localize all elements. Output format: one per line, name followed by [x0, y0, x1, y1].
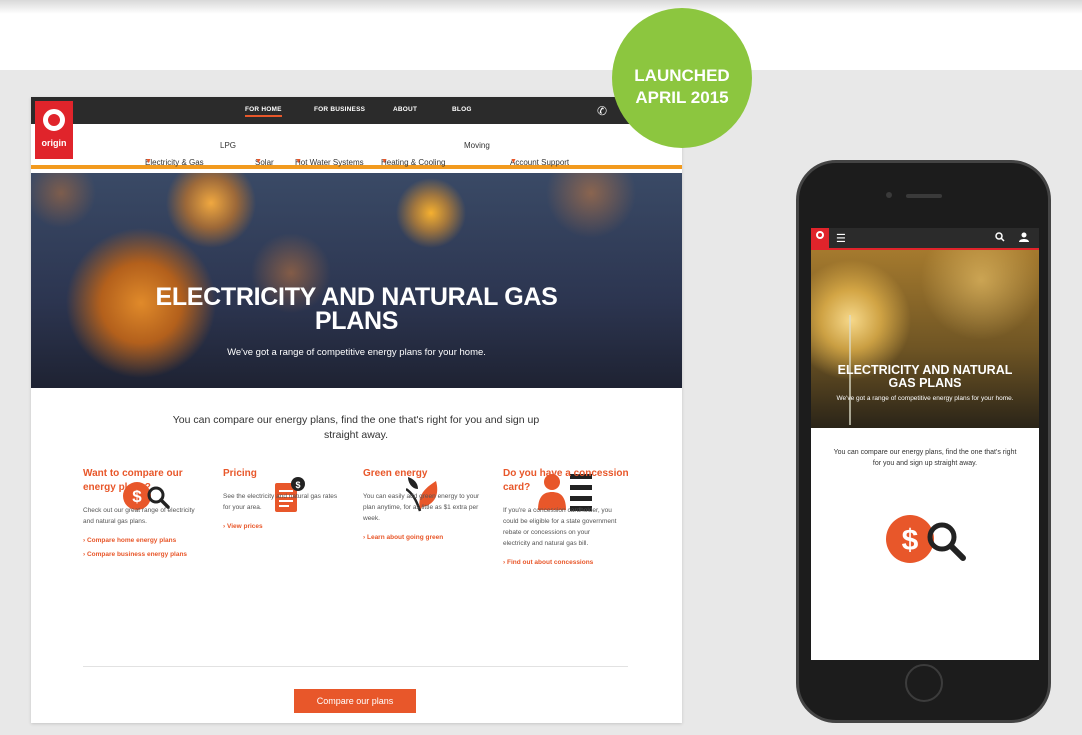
user-icon[interactable]: [1019, 231, 1029, 243]
mobile-origin-logo[interactable]: [811, 228, 829, 248]
chevron-down-icon: ▼: [255, 158, 262, 165]
hero-banner: ELECTRICITY AND NATURAL GAS PLANS We've g…: [31, 173, 682, 388]
chevron-down-icon: ▼: [381, 158, 388, 165]
feature-text-line: You can easily add green energy to your: [363, 493, 480, 500]
feature-title: Do you have a concession card?: [503, 467, 633, 495]
nav-item-label: Hot Water Systems: [295, 158, 364, 167]
badge-line1: LAUNCHED: [634, 66, 730, 85]
chevron-down-icon: ▼: [510, 158, 517, 165]
mobile-hero-title-line: GAS PLANS: [888, 376, 962, 390]
intro-line1: You can compare our energy plans, find t…: [172, 414, 540, 426]
feature-pricing: Pricing See the electricity and natural …: [223, 467, 353, 530]
feature-text: You can easily add green energy to your p…: [363, 491, 493, 524]
hero-title-line2: PLANS: [314, 307, 399, 335]
feature-title-line: Want to compare our: [83, 468, 183, 479]
mobile-nav: ☰: [811, 228, 1039, 248]
mobile-hero-banner: ELECTRICITY AND NATURAL GAS PLANS We've g…: [811, 250, 1039, 428]
feature-text-line: could be eligible for a state government: [503, 518, 617, 525]
launched-badge: LAUNCHED APRIL 2015: [612, 8, 752, 148]
nav-item-lpg[interactable]: LPG: [220, 141, 236, 150]
link-compare-business-plans[interactable]: › Compare business energy plans: [83, 551, 213, 558]
compare-plans-button[interactable]: Compare our plans: [294, 689, 416, 713]
main-nav: Electricity & Gas ▼ LPG Solar ▼ Hot Wate…: [31, 124, 682, 169]
feature-title-line: card?: [503, 482, 531, 493]
mobile-hero-title-line: ELECTRICITY AND NATURAL: [837, 363, 1013, 377]
phone-home-button: [905, 664, 943, 702]
feature-title: Pricing: [223, 468, 257, 479]
logo-ring-icon: [43, 109, 65, 131]
link-label: Find out about concessions: [506, 559, 594, 566]
feature-title: Want to compare our energy plans?: [83, 467, 213, 495]
feature-compare: Want to compare our energy plans? Check o…: [83, 467, 213, 558]
feature-text-line: and natural gas plans.: [83, 518, 147, 525]
feature-title: Green energy: [363, 468, 428, 479]
utility-link-for-business[interactable]: FOR BUSINESS: [314, 106, 365, 113]
feature-green-energy: Green energy You can easily add green en…: [363, 467, 493, 541]
logo-wordmark: origin: [41, 138, 67, 148]
feature-text-line: If you're a concession cardholder, you: [503, 507, 612, 514]
logo-ring-icon: [816, 231, 824, 239]
utility-nav: FOR HOME FOR BUSINESS ABOUT BLOG ✆: [31, 97, 682, 124]
mobile-site-preview: ☰ ELECTRICITY AND NATURAL GAS PLANS We've…: [811, 228, 1039, 660]
feature-text: See the electricity and natural gas rate…: [223, 491, 353, 513]
chevron-down-icon: ▼: [295, 158, 302, 165]
svg-text:$: $: [902, 524, 919, 557]
mobile-intro-text: You can compare our energy plans, find t…: [819, 447, 1031, 469]
link-find-concessions[interactable]: › Find out about concessions: [503, 559, 633, 566]
hero-title: ELECTRICITY AND NATURAL GAS PLANS: [31, 285, 682, 335]
hamburger-menu-icon[interactable]: ☰: [836, 232, 846, 245]
nav-item-label: Electricity & Gas: [145, 158, 204, 167]
section-divider: [83, 666, 628, 667]
nav-item-label: Heating & Cooling: [381, 158, 446, 167]
feature-text: Check out our great range of electricity…: [83, 505, 213, 527]
feature-concession: Do you have a concession card? If you're …: [503, 467, 633, 566]
mobile-hero-title: ELECTRICITY AND NATURAL GAS PLANS: [811, 364, 1039, 390]
feature-text-line: plan anytime, for as little as $1 extra …: [363, 504, 479, 511]
mobile-intro-line: for you and sign up straight away.: [872, 460, 978, 467]
search-icon[interactable]: [995, 231, 1005, 243]
link-label: View prices: [226, 523, 263, 530]
link-learn-going-green[interactable]: › Learn about going green: [363, 534, 493, 541]
feature-text-line: for your area.: [223, 504, 262, 511]
nav-item-moving[interactable]: Moving: [464, 141, 490, 150]
origin-logo[interactable]: origin: [35, 101, 73, 159]
utility-link-blog[interactable]: BLOG: [452, 106, 472, 113]
link-label: Compare home energy plans: [86, 537, 177, 544]
mobile-hero-subtitle: We've got a range of competitive energy …: [836, 395, 1014, 402]
intro-text: You can compare our energy plans, find t…: [161, 413, 551, 443]
nav-item-label: Account Support: [510, 158, 570, 167]
top-band: [0, 0, 1082, 14]
desktop-site-preview: FOR HOME FOR BUSINESS ABOUT BLOG ✆ origi…: [31, 97, 682, 723]
link-view-prices[interactable]: › View prices: [223, 523, 353, 530]
feature-text-line: week.: [363, 515, 380, 522]
chevron-down-icon: ▼: [145, 158, 152, 165]
feature-title-line: energy plans?: [83, 482, 151, 493]
hero-subtitle: We've got a range of competitive energy …: [227, 347, 486, 358]
feature-text-line: electricity and natural gas bill.: [503, 540, 589, 547]
badge-line2: APRIL 2015: [635, 88, 729, 107]
link-compare-home-plans[interactable]: › Compare home energy plans: [83, 537, 213, 544]
feature-text-line: See the electricity and natural gas rate…: [223, 493, 338, 500]
phone-speaker: [906, 194, 942, 198]
feature-title-line: Do you have a concession: [503, 468, 629, 479]
intro-line2: straight away.: [324, 429, 388, 441]
feature-text: If you're a concession cardholder, you co…: [503, 505, 633, 549]
feature-text-line: rebate or concessions on your: [503, 529, 591, 536]
feature-text-line: Check out our great range of electricity: [83, 507, 195, 514]
utility-link-about[interactable]: ABOUT: [393, 106, 417, 113]
utility-link-for-home[interactable]: FOR HOME: [245, 106, 282, 117]
dollar-search-icon: $: [886, 515, 966, 563]
link-label: Compare business energy plans: [86, 551, 188, 558]
link-label: Learn about going green: [366, 534, 444, 541]
mobile-intro-line: You can compare our energy plans, find t…: [833, 449, 1017, 456]
phone-icon[interactable]: ✆: [597, 104, 607, 118]
phone-camera: [886, 192, 892, 198]
